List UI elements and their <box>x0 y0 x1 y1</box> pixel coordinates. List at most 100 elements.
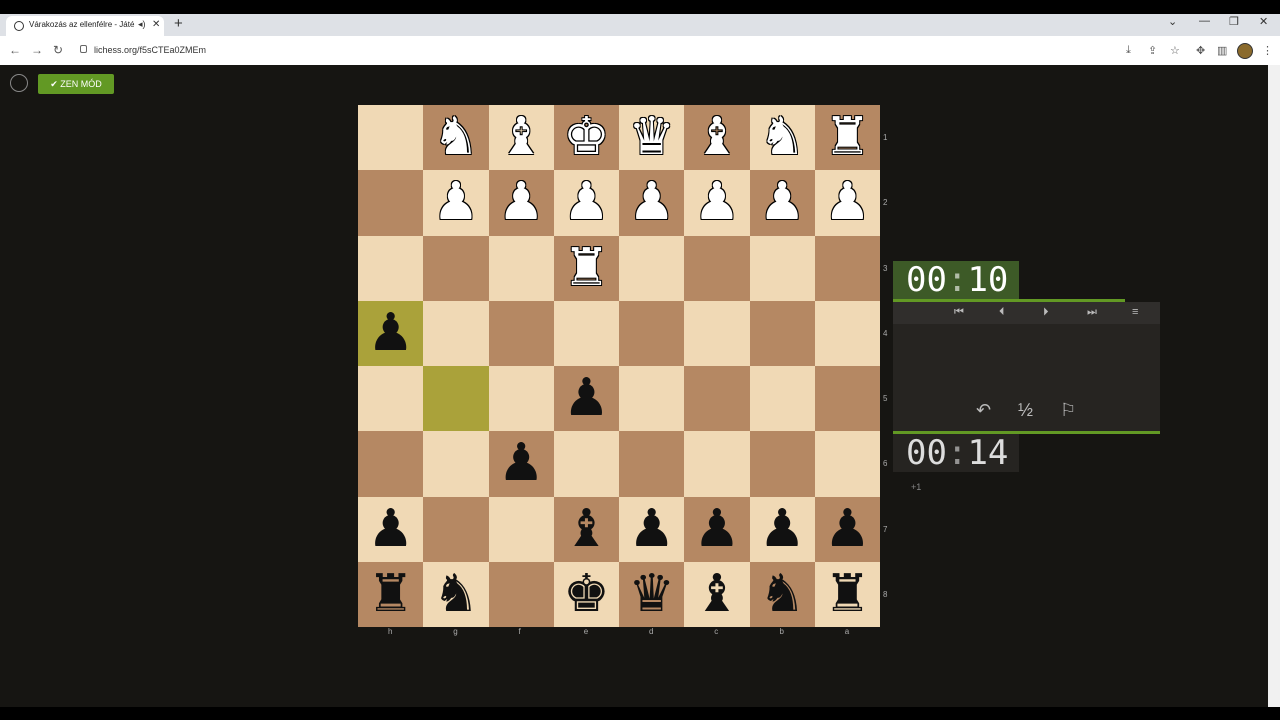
square-h1[interactable] <box>358 105 424 171</box>
square-e8[interactable]: ♚ <box>553 561 619 627</box>
square-c8[interactable]: ♝ <box>684 561 750 627</box>
square-c1[interactable]: ♝ <box>684 105 750 171</box>
reload-icon[interactable]: ↻ <box>53 43 63 57</box>
white-rook-icon[interactable]: ♜ <box>563 239 610 297</box>
square-f2[interactable]: ♟ <box>488 170 554 236</box>
chess-board[interactable]: ♞ ♝ ♚ ♛ ♝ ♞ ♜ ♟ ♟ ♟ ♟ ♟ ♟ ♟ ♜ ♟ ♟ ♟ ♟ ♝ ♟ ♟ ♟ ♟ ♜ ♞ ♚ ♛ ♝ ♞ ♜ <box>358 105 880 627</box>
draw-offer-button[interactable]: ½ <box>1018 400 1033 421</box>
first-move-icon[interactable]: ⏮ <box>954 306 964 319</box>
square-a5[interactable] <box>814 366 880 432</box>
undo-icon[interactable]: ↶ <box>976 400 991 421</box>
square-d6[interactable] <box>619 431 685 497</box>
zen-mode-button[interactable]: ✔ ZEN MÓD <box>38 74 114 94</box>
square-h6[interactable] <box>358 431 424 497</box>
extensions-icon[interactable]: ✥ <box>1196 44 1205 57</box>
square-g3[interactable] <box>423 235 489 301</box>
square-b1[interactable]: ♞ <box>749 105 815 171</box>
last-move-icon[interactable]: ⏭ <box>1087 306 1097 319</box>
next-move-icon[interactable]: ⏵ <box>1043 306 1049 319</box>
white-pawn-icon[interactable]: ♟ <box>563 173 610 231</box>
speaker-icon[interactable]: ◂) <box>138 19 146 30</box>
square-f8[interactable] <box>488 561 554 627</box>
black-bishop-icon[interactable]: ♝ <box>694 565 741 623</box>
square-b5[interactable] <box>749 366 815 432</box>
black-knight-icon[interactable]: ♞ <box>433 565 480 623</box>
install-icon[interactable]: ⤓ <box>1126 44 1131 57</box>
square-g8[interactable]: ♞ <box>423 561 489 627</box>
square-e4[interactable] <box>553 300 619 366</box>
previous-move-icon[interactable]: ⏴ <box>999 306 1005 319</box>
new-tab-button[interactable]: + <box>174 15 183 32</box>
square-h8[interactable]: ♜ <box>358 561 424 627</box>
square-g2[interactable]: ♟ <box>423 170 489 236</box>
white-pawn-icon[interactable]: ♟ <box>694 173 741 231</box>
square-a8[interactable]: ♜ <box>814 561 880 627</box>
square-f4[interactable] <box>488 300 554 366</box>
black-pawn-icon[interactable]: ♟ <box>824 500 871 558</box>
lichess-logo-icon[interactable] <box>10 74 28 92</box>
square-b8[interactable]: ♞ <box>749 561 815 627</box>
white-pawn-icon[interactable]: ♟ <box>433 173 480 231</box>
square-a2[interactable]: ♟ <box>814 170 880 236</box>
black-bishop-icon[interactable]: ♝ <box>563 500 610 558</box>
square-d5[interactable] <box>619 366 685 432</box>
square-c2[interactable]: ♟ <box>684 170 750 236</box>
black-pawn-icon[interactable]: ♟ <box>367 500 414 558</box>
back-icon[interactable]: ← <box>9 43 21 57</box>
square-b6[interactable] <box>749 431 815 497</box>
square-b3[interactable] <box>749 235 815 301</box>
square-h5[interactable] <box>358 366 424 432</box>
square-g1[interactable]: ♞ <box>423 105 489 171</box>
browser-tab[interactable]: Várakozás az ellenfélre - Játé ◂) ✕ <box>6 16 164 36</box>
flag-icon[interactable]: ⚐ <box>1060 400 1076 421</box>
forward-icon[interactable]: → <box>31 43 43 57</box>
white-pawn-icon[interactable]: ♟ <box>628 173 675 231</box>
square-a6[interactable] <box>814 431 880 497</box>
white-pawn-icon[interactable]: ♟ <box>824 173 871 231</box>
tab-search-icon[interactable]: ⌄ <box>1168 15 1177 28</box>
square-d1[interactable]: ♛ <box>619 105 685 171</box>
square-f6[interactable]: ♟ <box>488 431 554 497</box>
close-window-button[interactable]: ✕ <box>1259 15 1268 28</box>
square-f1[interactable]: ♝ <box>488 105 554 171</box>
square-d4[interactable] <box>619 300 685 366</box>
lock-icon[interactable] <box>80 45 87 53</box>
white-rook-icon[interactable]: ♜ <box>824 108 871 166</box>
square-d2[interactable]: ♟ <box>619 170 685 236</box>
profile-avatar[interactable] <box>1237 43 1253 59</box>
black-pawn-icon[interactable]: ♟ <box>563 369 610 427</box>
square-e7[interactable]: ♝ <box>553 496 619 562</box>
black-pawn-icon[interactable]: ♟ <box>759 500 806 558</box>
square-h2[interactable] <box>358 170 424 236</box>
menu-icon[interactable]: ≡ <box>1132 306 1138 318</box>
tab-close-icon[interactable]: ✕ <box>152 19 160 30</box>
square-a7[interactable]: ♟ <box>814 496 880 562</box>
share-icon[interactable]: ⇪ <box>1148 44 1157 57</box>
square-c7[interactable]: ♟ <box>684 496 750 562</box>
square-h4[interactable]: ♟ <box>358 300 424 366</box>
black-pawn-icon[interactable]: ♟ <box>367 304 414 362</box>
square-g7[interactable] <box>423 496 489 562</box>
page-scrollbar[interactable] <box>1268 65 1280 707</box>
square-c4[interactable] <box>684 300 750 366</box>
square-f5[interactable] <box>488 366 554 432</box>
square-g4[interactable] <box>423 300 489 366</box>
white-bishop-icon[interactable]: ♝ <box>694 108 741 166</box>
square-d3[interactable] <box>619 235 685 301</box>
square-a1[interactable]: ♜ <box>814 105 880 171</box>
black-queen-icon[interactable]: ♛ <box>628 565 675 623</box>
square-c6[interactable] <box>684 431 750 497</box>
white-king-icon[interactable]: ♚ <box>563 108 610 166</box>
square-b7[interactable]: ♟ <box>749 496 815 562</box>
url-field[interactable]: lichess.org/f5sCTEa0ZMEm <box>94 45 206 55</box>
black-knight-icon[interactable]: ♞ <box>759 565 806 623</box>
square-f7[interactable] <box>488 496 554 562</box>
square-e5[interactable]: ♟ <box>553 366 619 432</box>
square-e2[interactable]: ♟ <box>553 170 619 236</box>
white-pawn-icon[interactable]: ♟ <box>498 173 545 231</box>
black-pawn-icon[interactable]: ♟ <box>628 500 675 558</box>
square-d8[interactable]: ♛ <box>619 561 685 627</box>
white-knight-icon[interactable]: ♞ <box>433 108 480 166</box>
minimize-button[interactable]: — <box>1199 15 1210 27</box>
side-panel-icon[interactable]: ▥ <box>1217 44 1227 57</box>
